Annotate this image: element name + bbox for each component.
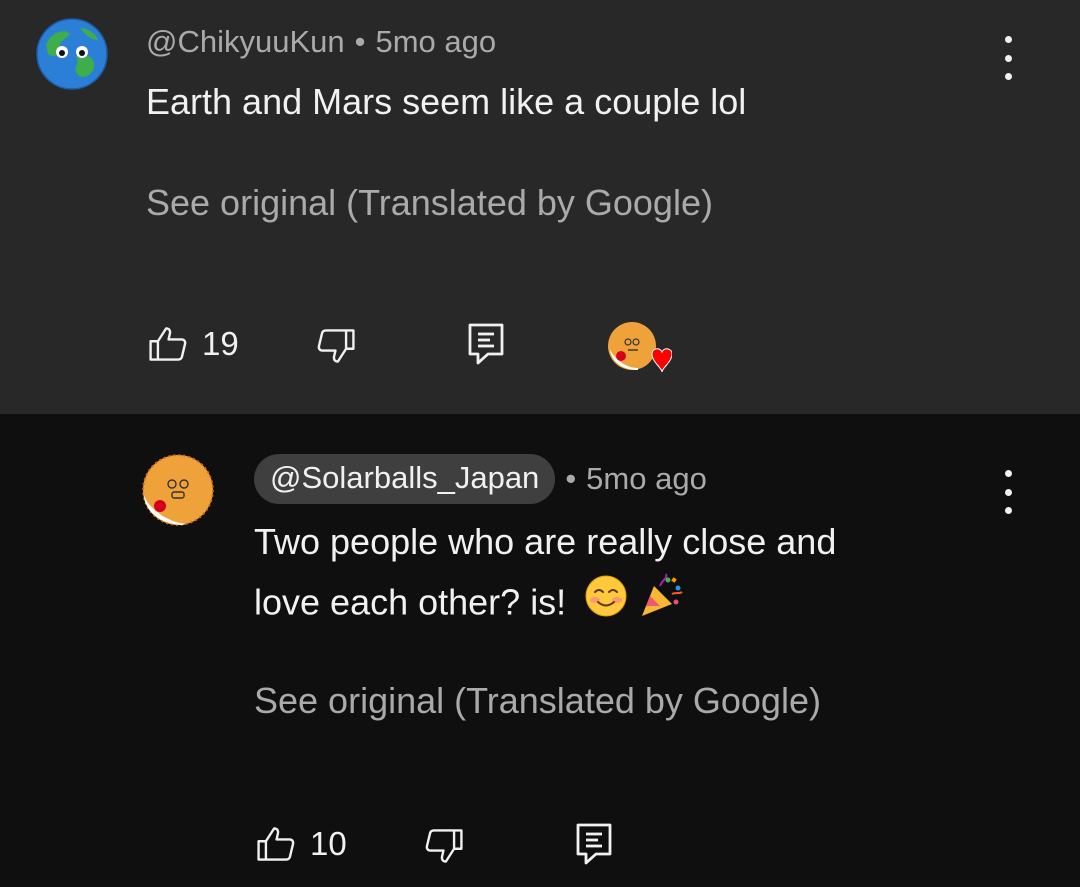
party-popper-emoji-icon xyxy=(638,572,686,638)
earth-avatar[interactable] xyxy=(36,18,108,90)
reply-meta: @Solarballs_Japan • 5mo ago xyxy=(254,454,707,504)
meta-separator: • xyxy=(354,24,366,59)
reply-text-line-2-text: love each other? is! xyxy=(254,581,567,623)
reply-button[interactable] xyxy=(464,320,508,368)
meta-separator: • xyxy=(565,461,577,496)
thumb-up-icon xyxy=(149,327,187,361)
dislike-button[interactable] xyxy=(314,324,358,368)
sun-japan-ball-icon xyxy=(142,454,214,526)
reply-comment-icon xyxy=(576,823,612,865)
smiling-face-emoji-icon xyxy=(584,574,628,636)
comments-screen: @ChikyuuKun • 5mo ago Earth and Mars see… xyxy=(0,0,1080,887)
earth-ball-icon xyxy=(36,18,108,90)
reply-text-line-2: love each other? is! xyxy=(254,572,836,638)
reply-card: @Solarballs_Japan • 5mo ago Two people w… xyxy=(0,414,1080,887)
thumb-up-icon xyxy=(257,827,295,861)
comment-text: Earth and Mars seem like a couple lol xyxy=(146,81,747,122)
reply-author-handle[interactable]: @Solarballs_Japan xyxy=(254,454,556,504)
see-original-link[interactable]: See original (Translated by Google) xyxy=(254,680,821,722)
like-count: 19 xyxy=(202,325,239,362)
comment-more-button[interactable] xyxy=(998,36,1018,80)
reply-timestamp[interactable]: 5mo ago xyxy=(586,461,707,497)
comment-meta: @ChikyuuKun • 5mo ago xyxy=(146,24,496,60)
reply-comment-icon xyxy=(468,323,504,365)
reply-text: Two people who are really close and love… xyxy=(254,512,836,638)
creator-heart xyxy=(608,320,672,376)
thumb-down-icon xyxy=(317,329,355,363)
comment-timestamp[interactable]: 5mo ago xyxy=(375,24,496,60)
see-original-link[interactable]: See original (Translated by Google) xyxy=(146,182,713,224)
like-count: 10 xyxy=(310,825,347,862)
thumb-down-icon xyxy=(425,829,463,863)
creator-heart-icon xyxy=(608,322,672,373)
like-button[interactable]: 19 xyxy=(146,322,239,366)
reply-text-line-1: Two people who are really close and xyxy=(254,521,837,562)
reply-more-button[interactable] xyxy=(998,470,1018,514)
solarballs-japan-avatar[interactable] xyxy=(142,454,214,526)
comment-card: @ChikyuuKun • 5mo ago Earth and Mars see… xyxy=(0,0,1080,414)
comment-author-handle[interactable]: @ChikyuuKun xyxy=(146,24,345,60)
reply-button[interactable] xyxy=(572,820,616,868)
like-button[interactable]: 10 xyxy=(254,822,347,866)
dislike-button[interactable] xyxy=(422,824,466,868)
